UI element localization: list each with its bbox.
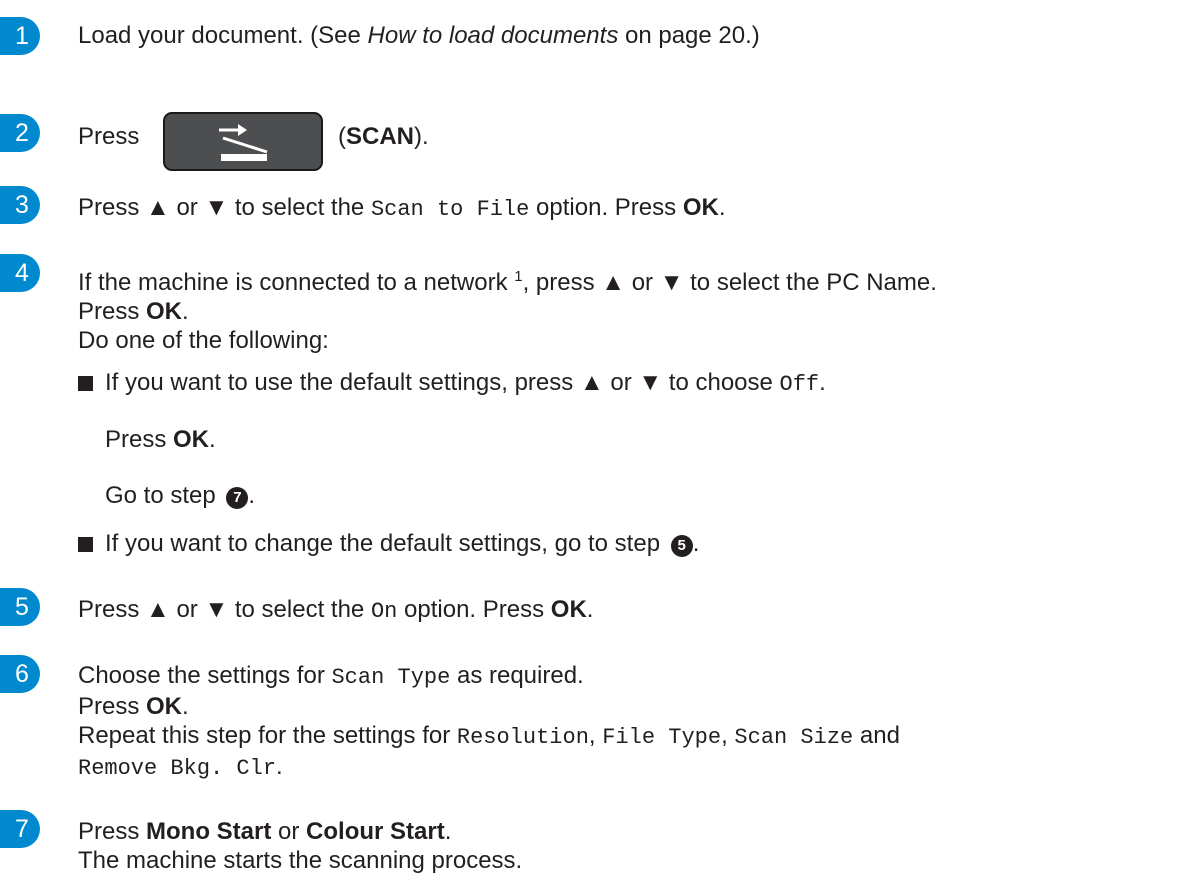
separator: , [721,722,735,749]
step-3-text-a: Press ▲ or ▼ to select the [78,194,371,221]
ok-key: OK [173,426,210,453]
step-5-text: Press ▲ or ▼ to select the On option. Pr… [78,595,1171,626]
step-number-badge: 2 [0,114,40,152]
ok-key: OK [146,693,183,720]
step-3-text: Press ▲ or ▼ to select the Scan to File … [78,193,1171,224]
step-1-text-a: Load your document. (See [78,22,368,49]
resolution-setting: Resolution [456,725,589,750]
load-documents-reference: How to load documents [367,22,619,49]
and-word: and [853,722,900,749]
scan-button[interactable] [163,112,323,171]
step-6-line3-a: Repeat this step for the settings for [78,722,457,749]
bullet-1-sub2-end: . [248,482,256,509]
step-ref-circle: 7 [226,487,249,509]
bullet-1-end: . [819,369,826,396]
footnote-ref: 1 [514,268,523,285]
step-7-text: Press Mono Start or Colour Start. The ma… [78,817,1171,875]
paren-open: ( [338,123,346,150]
step-6-line2-a: Press [78,693,147,720]
step-4-line2-a: Press [78,298,147,325]
step-4-text-b: , press ▲ or ▼ to select the PC Name. [522,269,937,296]
scan-size-setting: Scan Size [734,725,854,750]
bullet-1-sub1-a: Press [105,426,174,453]
step-5-end: . [586,596,594,623]
step-ref-circle: 5 [670,535,693,557]
step-7-text-a: Press [78,818,147,845]
bullet-1-goto: Go to step 7. [105,481,1171,510]
or-word: or [271,818,307,845]
step-number-badge: 4 [0,254,40,292]
remove-bkg-clr-setting: Remove Bkg. Clr [78,756,277,781]
separator: , [588,722,603,749]
step-number-badge: 3 [0,186,40,224]
mono-start-key: Mono Start [146,818,272,845]
step-6-text-b: as required. [450,662,584,689]
scan-to-file-option: Scan to File [370,197,530,222]
step-3-text-b: option. Press [529,194,683,221]
bullet-1-sub2-a: Go to step [105,482,223,509]
step-4-line2-end: . [182,298,189,325]
bullet-2-text-a: If you want to change the default settin… [105,530,667,557]
paren-close: ). [414,123,429,150]
step-5-text-a: Press ▲ or ▼ to select the [78,596,371,623]
step-1-text: Load your document. (See How to load doc… [78,21,1171,50]
bullet-1-text: If you want to use the default settings,… [105,368,1171,399]
bullet-marker [78,376,93,391]
step-4-text-a: If the machine is connected to a network [78,269,515,296]
step-6-text: Choose the settings for Scan Type as req… [78,661,1171,783]
step-number-badge: 5 [0,588,40,626]
step-6-line3-end: . [276,753,283,780]
bullet-1-text-a: If you want to use the default settings,… [105,369,780,396]
bullet-1-sub1-end: . [209,426,216,453]
step-number-badge: 1 [0,17,40,55]
bullet-marker [78,537,93,552]
step-6-text-a: Choose the settings for [78,662,332,689]
ok-key: OK [146,298,183,325]
ok-key: OK [682,194,719,221]
file-type-setting: File Type [602,725,722,750]
step-3-end: . [718,194,726,221]
step-7-line2: The machine starts the scanning process. [78,847,523,874]
bullet-1-press-ok: Press OK. [105,425,1171,454]
step-5-text-b: option. Press [397,596,551,623]
bullet-2-end: . [692,530,700,557]
scan-label: SCAN [346,123,415,150]
step-6-line2-end: . [182,693,189,720]
step-4-text: If the machine is connected to a network… [78,262,1171,355]
on-option: On [370,599,398,624]
step-4-line3: Do one of the following: [78,327,329,354]
step-1-text-b: on page 20.) [618,22,760,49]
off-option: Off [779,372,820,397]
step-7-end: . [444,818,452,845]
scan-type-setting: Scan Type [331,665,451,690]
step-number-badge: 7 [0,810,40,848]
step-number-badge: 6 [0,655,40,693]
step-2-button-caption: (SCAN). [338,122,1171,151]
ok-key: OK [550,596,587,623]
scan-icon [219,124,268,161]
colour-start-key: Colour Start [306,818,445,845]
bullet-2-text: If you want to change the default settin… [105,529,1171,558]
